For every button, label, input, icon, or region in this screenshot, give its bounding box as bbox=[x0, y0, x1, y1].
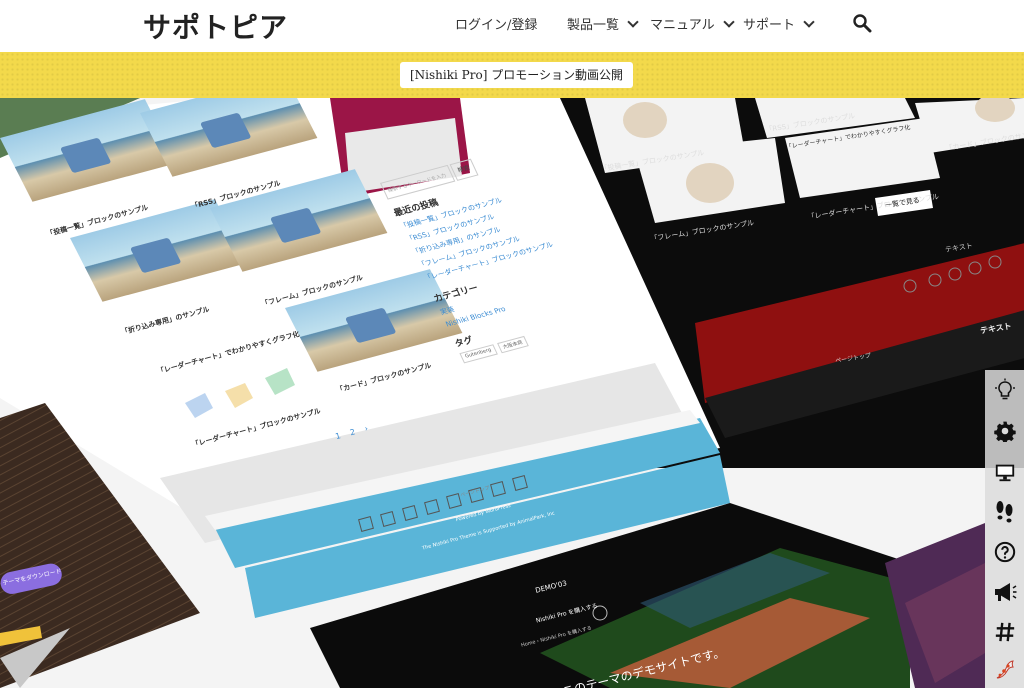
nav-login-label: ログイン/登録 bbox=[455, 18, 538, 33]
lightbulb-icon[interactable] bbox=[991, 376, 1019, 404]
nav-manual[interactable]: マニュアル bbox=[650, 14, 735, 33]
site-header: サポトピア ログイン/登録 製品一覧 マニュアル サポート bbox=[0, 0, 1024, 52]
stadium-demo-screenshot: DEMO'03 Nishiki Pro を購入する Home › Nishiki… bbox=[310, 503, 910, 688]
chevron-down-icon bbox=[803, 15, 815, 28]
nav-products[interactable]: 製品一覧 bbox=[567, 14, 639, 33]
hashtag-icon[interactable] bbox=[991, 618, 1019, 646]
tool-sidebar bbox=[985, 370, 1024, 688]
hero-collage: 「投稿一覧」ブロックのサンプル 「RSS」ブロックのサンプル 「カード」ブロック… bbox=[0, 98, 1024, 688]
purple-theme-screenshot bbox=[885, 523, 985, 688]
site-logo[interactable]: サポトピア bbox=[143, 6, 288, 46]
promo-video-link[interactable]: [Nishiki Pro] プロモーション動画公開 bbox=[400, 62, 633, 88]
chevron-down-icon bbox=[722, 15, 735, 28]
promo-banner: [Nishiki Pro] プロモーション動画公開 bbox=[0, 52, 1024, 98]
megaphone-icon[interactable] bbox=[991, 578, 1019, 606]
nav-manual-label: マニュアル bbox=[650, 18, 715, 33]
gear-icon[interactable] bbox=[991, 417, 1019, 445]
pagination-page: 1 bbox=[334, 431, 342, 442]
koi-fish-icon[interactable] bbox=[991, 656, 1019, 684]
nav-products-label: 製品一覧 bbox=[567, 18, 620, 33]
nav-login-register[interactable]: ログイン/登録 bbox=[455, 14, 537, 33]
nav-support-label: サポート bbox=[743, 18, 796, 33]
footsteps-icon[interactable] bbox=[991, 498, 1019, 526]
download-card-screenshot: テーマをダウンロード bbox=[0, 398, 200, 688]
monitor-icon[interactable] bbox=[991, 458, 1019, 486]
search-icon[interactable] bbox=[852, 13, 872, 33]
chevron-down-icon bbox=[627, 15, 639, 28]
pagination-page: 2 bbox=[348, 427, 357, 438]
page: サポトピア ログイン/登録 製品一覧 マニュアル サポート [Nishiki P… bbox=[0, 0, 1024, 688]
nav-support[interactable]: サポート bbox=[743, 14, 815, 33]
help-icon[interactable] bbox=[991, 538, 1019, 566]
